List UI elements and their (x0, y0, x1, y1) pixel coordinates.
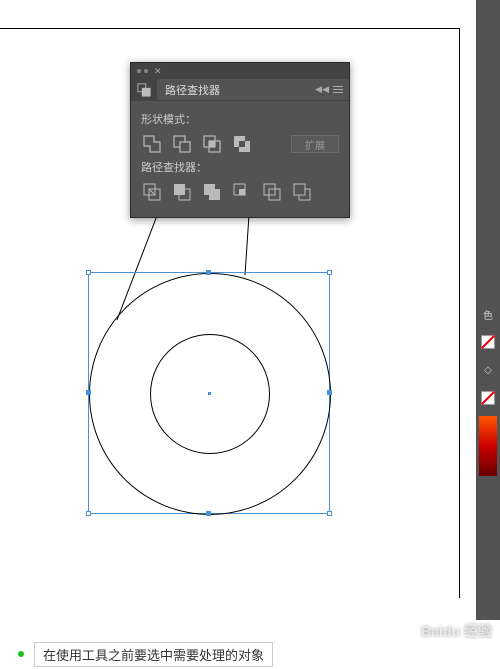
registration-swatch[interactable]: ◇ (476, 356, 500, 384)
pathfinder-icon (131, 79, 157, 101)
panel-tabbar[interactable]: ✕ (131, 63, 349, 79)
collapse-icon[interactable]: ◀◀ (315, 84, 329, 95)
strip-spacer (476, 0, 500, 300)
resize-handle[interactable] (86, 511, 91, 516)
unite-icon[interactable] (141, 133, 163, 155)
exclude-icon[interactable] (231, 133, 253, 155)
crop-icon[interactable] (231, 181, 253, 203)
trim-icon[interactable] (171, 181, 193, 203)
resize-handle[interactable] (86, 270, 91, 275)
pathfinders-label: 路径查找器： (141, 159, 339, 175)
resize-handle[interactable] (327, 270, 332, 275)
watermark: Baidu 经验 (421, 621, 492, 641)
minus-front-icon[interactable] (171, 133, 193, 155)
panel-body: 形状模式： 扩展 路径查找器： (131, 101, 349, 217)
pathfinders-row (141, 181, 339, 203)
minus-back-icon[interactable] (291, 181, 313, 203)
intersect-icon[interactable] (201, 133, 223, 155)
none-swatch-2[interactable] (476, 384, 500, 412)
swatches-tab[interactable]: 色 (476, 300, 500, 328)
anchor-point[interactable] (327, 391, 331, 395)
anchor-point[interactable] (87, 391, 91, 395)
bullet-icon (18, 651, 24, 657)
panel-grip-icon (137, 69, 148, 73)
shape-modes-row: 扩展 (141, 133, 339, 155)
center-point (208, 392, 211, 395)
anchor-point[interactable] (207, 271, 211, 275)
footer-bar: 在使用工具之前要选中需要处理的对象 (0, 639, 500, 669)
footer-tip: 在使用工具之前要选中需要处理的对象 (34, 642, 273, 667)
outline-icon[interactable] (261, 181, 283, 203)
gradient-swatch[interactable] (476, 412, 500, 482)
panel-menu-icon[interactable] (333, 86, 343, 93)
anchor-point[interactable] (207, 511, 211, 515)
right-panel-strip[interactable]: 色 ◇ (476, 0, 500, 620)
pathfinder-panel[interactable]: ✕ 路径查找器 ◀◀ 形状模式： (130, 62, 350, 218)
panel-header[interactable]: 路径查找器 ◀◀ (131, 79, 349, 101)
close-icon[interactable]: ✕ (154, 66, 162, 77)
canvas[interactable]: ✕ 路径查找器 ◀◀ 形状模式： (0, 0, 460, 620)
panel-title: 路径查找器 (157, 82, 315, 98)
selection-bounding-box[interactable] (88, 272, 330, 514)
divide-icon[interactable] (141, 181, 163, 203)
resize-handle[interactable] (327, 511, 332, 516)
merge-icon[interactable] (201, 181, 223, 203)
none-swatch[interactable] (476, 328, 500, 356)
expand-button[interactable]: 扩展 (291, 135, 339, 153)
shape-modes-label: 形状模式： (141, 111, 339, 127)
